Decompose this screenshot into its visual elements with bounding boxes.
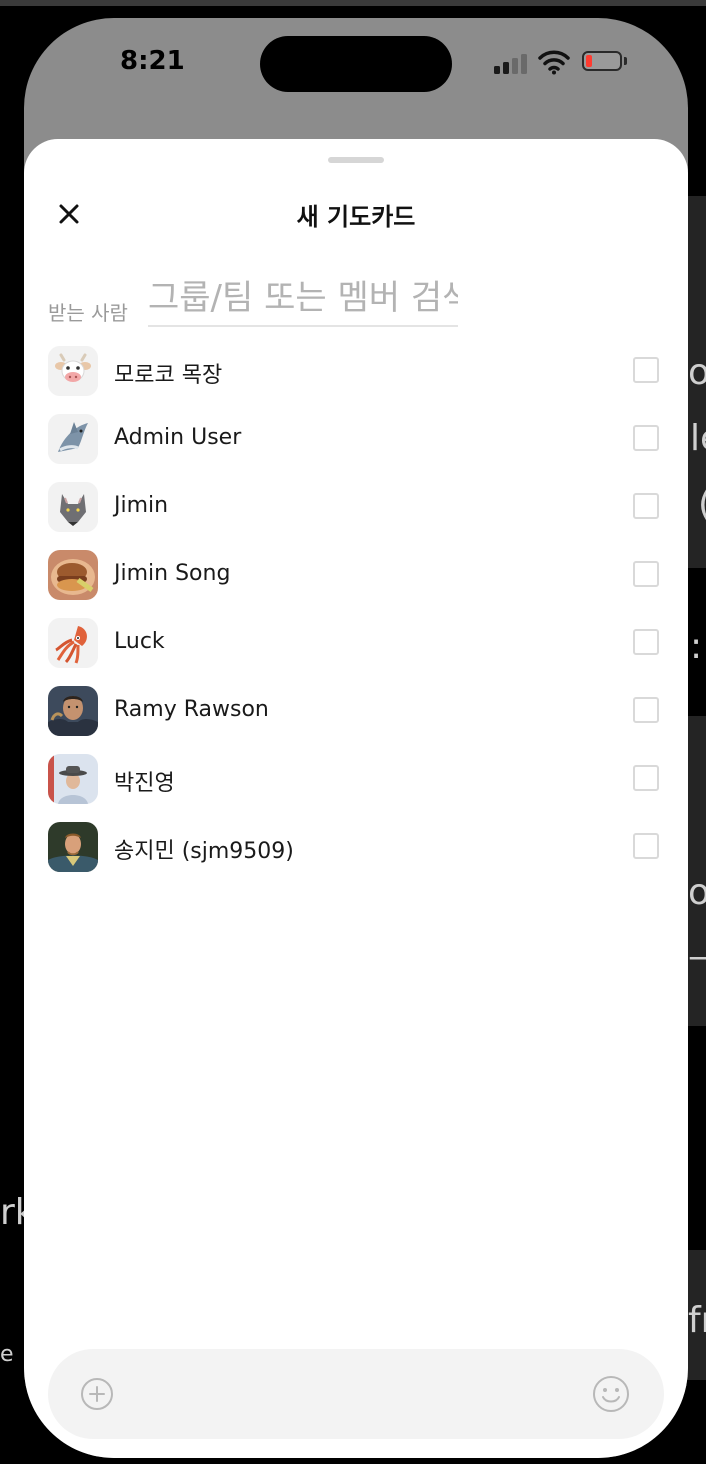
member-checkbox[interactable] [633, 357, 659, 383]
person-painting-photo [48, 822, 98, 872]
member-name: Jimin [114, 493, 169, 518]
sheet-title: 새 기도카드 [296, 203, 416, 231]
member-checkbox[interactable] [633, 629, 659, 655]
member-list: 모로코 목장 Admin User Jimin Jimin Song Luck … [24, 337, 688, 881]
member-row[interactable]: Admin User [24, 405, 688, 473]
cellular-signal-icon [494, 52, 528, 74]
message-composer[interactable] [48, 1349, 664, 1439]
background-top-bar [0, 0, 706, 6]
member-checkbox[interactable] [633, 561, 659, 587]
member-row[interactable]: Ramy Rawson [24, 677, 688, 745]
member-name: Admin User [114, 425, 242, 450]
member-name: 박진영 [114, 771, 175, 796]
member-row[interactable]: 송지민 (sjm9509) [24, 813, 688, 881]
background-text: : [690, 626, 703, 667]
background-text: fr [688, 1300, 706, 1341]
member-row[interactable]: Jimin [24, 473, 688, 541]
plus-circle-icon[interactable] [80, 1377, 114, 1411]
recipient-label: 받는 사람 [48, 301, 128, 325]
member-checkbox[interactable] [633, 697, 659, 723]
member-name: 모로코 목장 [114, 363, 223, 388]
battery-level [586, 55, 592, 67]
background-text: ( [698, 484, 706, 525]
member-row[interactable]: Jimin Song [24, 541, 688, 609]
shark-emoji-icon [48, 414, 98, 464]
member-checkbox[interactable] [633, 765, 659, 791]
status-bar: 8:21 [24, 18, 688, 138]
background-text: — [688, 936, 706, 977]
member-row[interactable]: 박진영 [24, 745, 688, 813]
background-panel [686, 716, 706, 1026]
battery-cap [624, 57, 627, 65]
smiley-icon[interactable] [592, 1375, 630, 1413]
recipient-search-input[interactable] [148, 271, 458, 327]
cow-emoji-icon [48, 346, 98, 396]
background-text: e [0, 1342, 14, 1367]
member-name: Ramy Rawson [114, 697, 269, 722]
status-time: 8:21 [120, 46, 185, 76]
food-photo [48, 550, 98, 600]
background-text: o [688, 872, 706, 913]
squid-emoji-icon [48, 618, 98, 668]
battery-icon [582, 51, 622, 71]
phone-frame: 8:21 새 기도카드 받는 사람 그룹/팀 또는 멤버 검색 모로코 목장 A… [24, 18, 688, 1458]
member-row[interactable]: 모로코 목장 [24, 337, 688, 405]
member-row[interactable]: Luck [24, 609, 688, 677]
member-name: 송지민 (sjm9509) [114, 839, 294, 864]
wifi-icon [538, 49, 570, 75]
member-checkbox[interactable] [633, 425, 659, 451]
background-text: o [688, 352, 706, 393]
member-name: Luck [114, 629, 165, 654]
sheet-grabber-handle[interactable] [328, 157, 384, 163]
wolf-emoji-icon [48, 482, 98, 532]
dynamic-island [260, 36, 452, 92]
member-checkbox[interactable] [633, 493, 659, 519]
person-hat-photo [48, 754, 98, 804]
member-checkbox[interactable] [633, 833, 659, 859]
person-photo [48, 686, 98, 736]
background-text: le [690, 418, 706, 459]
new-prayer-card-sheet: 새 기도카드 받는 사람 그룹/팀 또는 멤버 검색 모로코 목장 Admin … [24, 139, 688, 1458]
member-name: Jimin Song [114, 561, 231, 586]
